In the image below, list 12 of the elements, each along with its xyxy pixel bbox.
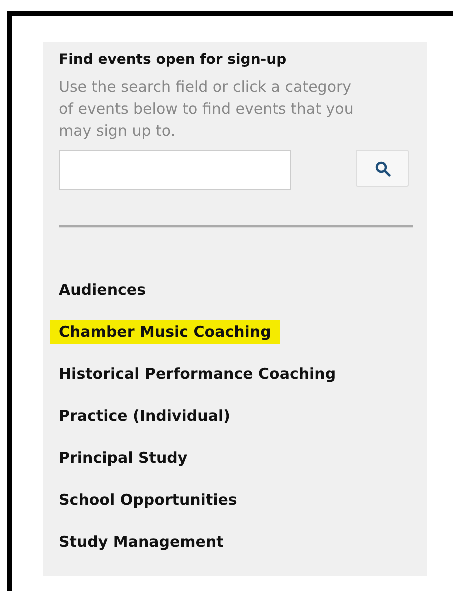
category-link[interactable]: Audiences [50,278,156,302]
category-link[interactable]: Study Management [50,530,233,554]
search-icon [374,160,390,176]
category-link[interactable]: Practice (Individual) [50,404,240,428]
category-link[interactable]: Chamber Music Coaching [50,320,280,344]
category-link[interactable]: School Opportunities [50,488,246,512]
category-link[interactable]: Historical Performance Coaching [50,362,346,386]
category-link[interactable]: Principal Study [50,446,197,470]
panel-description: Use the search field or click a category of events below to find events that you may sign up to. [59,77,355,142]
search-button[interactable] [356,150,409,187]
panel-title: Find events open for sign-up [59,51,288,70]
search-field[interactable] [59,150,291,190]
